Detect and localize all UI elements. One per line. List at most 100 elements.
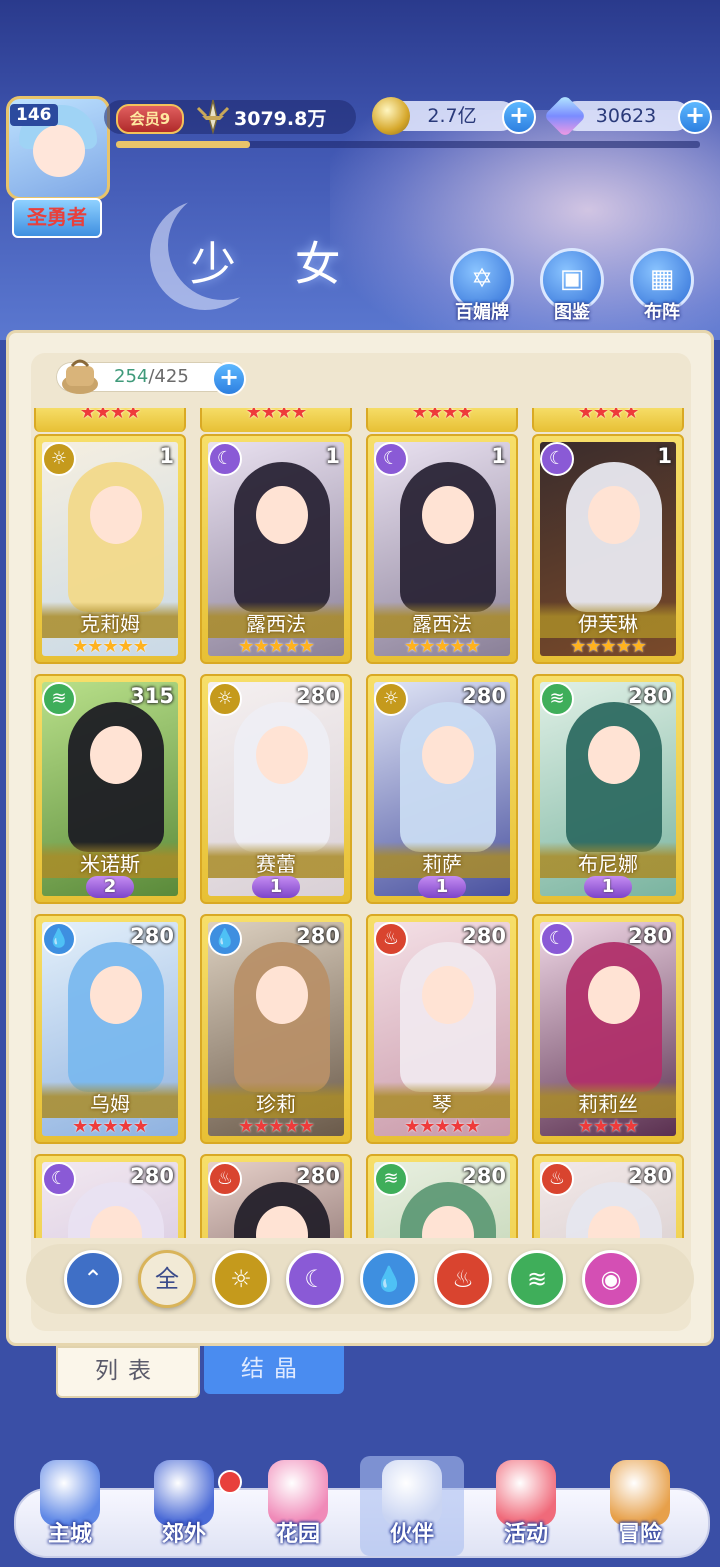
character-card[interactable]: ≋ 280 [366, 1154, 518, 1238]
wing-rank-badge: 1 [418, 876, 466, 898]
partial-stars: ★★★★ [245, 408, 308, 423]
star-rating: ★★★★★ [238, 1116, 315, 1137]
exp-bar-fill [116, 141, 251, 148]
character-name: 米诺斯 [80, 852, 140, 876]
star-rating: ★★★★ [577, 1116, 640, 1137]
capacity-max: /425 [148, 366, 189, 387]
nav-label: 主城 [47, 1522, 92, 1547]
character-name: 琴 [432, 1092, 452, 1116]
wind-element-icon: ≋ [540, 682, 574, 716]
character-level: 1 [325, 444, 340, 468]
portrait-face [422, 726, 474, 784]
nav-label: 郊外 [161, 1522, 206, 1547]
nav-label: 活动 [503, 1522, 548, 1547]
character-card[interactable]: ☼ 280 莉萨 1 [366, 674, 518, 904]
character-card[interactable]: ☾ 1 伊芙琳 ★★★★★ [532, 434, 684, 664]
add-gems-button[interactable]: + [678, 100, 712, 134]
fire-icon[interactable]: ♨ [434, 1250, 492, 1308]
expand-capacity-button[interactable]: + [212, 362, 246, 396]
water-icon[interactable]: 💧 [360, 1250, 418, 1308]
portrait-face [256, 966, 308, 1024]
dark-icon[interactable]: ☾ [286, 1250, 344, 1308]
wind-icon[interactable]: ≋ [508, 1250, 566, 1308]
character-grid: ★★★★ ★★★★ ★★★★ ★★★★ ☼ 1 克莉姆 ★★★★★ ☾ 1 露西法 ★★★★★… [34, 408, 686, 1238]
nav-item[interactable]: 活动 [474, 1456, 578, 1556]
formation-label: 布阵 [644, 302, 680, 323]
character-level: 1 [657, 444, 672, 468]
tab-crystal[interactable]: 结晶 [204, 1346, 344, 1394]
player-level: 146 [10, 104, 58, 126]
character-card[interactable]: ♨ 280 琴 ★★★★★ [366, 914, 518, 1144]
nav-item[interactable]: 花园 [246, 1456, 350, 1556]
partial-card[interactable]: ★★★★ [34, 408, 186, 432]
portrait-face [422, 486, 474, 544]
upgrade-icon[interactable]: ⌃ [64, 1250, 122, 1308]
character-card[interactable]: 💧 280 乌姆 ★★★★★ [34, 914, 186, 1144]
collection-cards-label: 百媚牌 [455, 302, 509, 323]
character-level: 280 [130, 924, 174, 948]
character-card[interactable]: ≋ 280 布尼娜 1 [532, 674, 684, 904]
add-gold-button[interactable]: + [502, 100, 536, 134]
character-card[interactable]: ☾ 1 露西法 ★★★★★ [200, 434, 352, 664]
character-name: 露西法 [412, 612, 472, 636]
partial-stars: ★★★★ [577, 408, 640, 423]
nav-item[interactable]: 郊外 [132, 1456, 236, 1556]
partial-card[interactable]: ★★★★ [366, 408, 518, 432]
nav-item[interactable]: 伙伴 [360, 1456, 464, 1556]
character-name: 莉莉丝 [578, 1092, 638, 1116]
gallery-label: 图鉴 [554, 302, 590, 323]
character-card[interactable]: ≋ 315 米诺斯 2 [34, 674, 186, 904]
light-element-icon: ☼ [208, 682, 242, 716]
character-card[interactable]: 💧 280 珍莉 ★★★★★ [200, 914, 352, 1144]
star-rating: ★★★★★ [72, 636, 149, 657]
character-level: 1 [159, 444, 174, 468]
character-card[interactable]: ☾ 280 [34, 1154, 186, 1238]
gallery-button[interactable]: ▣ 图鉴 [538, 248, 606, 324]
water-element-icon: 💧 [42, 922, 76, 956]
portrait-face [588, 726, 640, 784]
nav-item[interactable]: 冒险 [588, 1456, 692, 1556]
player-title-badge[interactable]: 圣勇者 [12, 198, 102, 238]
character-level: 280 [296, 684, 340, 708]
character-level: 280 [462, 1164, 506, 1188]
chaos-icon[interactable]: ◉ [582, 1250, 640, 1308]
capacity-text: 254/425 [114, 366, 189, 387]
portrait-face [90, 966, 142, 1024]
vip-badge[interactable]: 会员9 [116, 104, 184, 134]
gold-coin-icon [372, 97, 410, 135]
character-level: 280 [628, 684, 672, 708]
character-name: 莉萨 [422, 852, 462, 876]
nav-label: 花园 [275, 1522, 320, 1547]
character-card[interactable]: ☼ 280 赛蕾 1 [200, 674, 352, 904]
partial-card[interactable]: ★★★★ [200, 408, 352, 432]
page-title: 少 女 [190, 237, 363, 291]
fire-element-icon: ♨ [374, 922, 408, 956]
character-card[interactable]: ☼ 1 克莉姆 ★★★★★ [34, 434, 186, 664]
nav-item[interactable]: 主城 [18, 1456, 122, 1556]
partial-stars: ★★★★ [411, 408, 474, 423]
wind-element-icon: ≋ [42, 682, 76, 716]
notification-dot [218, 1470, 242, 1494]
portrait-face [588, 966, 640, 1024]
tab-list[interactable]: 列表 [56, 1346, 200, 1398]
character-name: 伊芙琳 [578, 612, 638, 636]
character-card[interactable]: ☾ 1 露西法 ★★★★★ [366, 434, 518, 664]
star-rating: ★★★★★ [570, 636, 647, 657]
character-name: 乌姆 [90, 1092, 130, 1116]
combat-power: 3079.8万 [234, 108, 327, 130]
wing-rank-badge: 1 [584, 876, 632, 898]
dark-element-icon: ☾ [540, 922, 574, 956]
all-icon[interactable]: 全 [138, 1250, 196, 1308]
fire-element-icon: ♨ [540, 1162, 574, 1196]
partial-card[interactable]: ★★★★ [532, 408, 684, 432]
character-card[interactable]: ☾ 280 莉莉丝 ★★★★ [532, 914, 684, 1144]
character-card[interactable]: ♨ 280 [200, 1154, 352, 1238]
formation-button[interactable]: ▦ 布阵 [628, 248, 696, 324]
light-icon[interactable]: ☼ [212, 1250, 270, 1308]
character-card[interactable]: ♨ 280 [532, 1154, 684, 1238]
collection-cards-button[interactable]: ✡ 百媚牌 [448, 248, 516, 324]
dark-element-icon: ☾ [374, 442, 408, 476]
star-rating: ★★★★★ [404, 636, 481, 657]
light-element-icon: ☼ [42, 442, 76, 476]
dark-element-icon: ☾ [42, 1162, 76, 1196]
